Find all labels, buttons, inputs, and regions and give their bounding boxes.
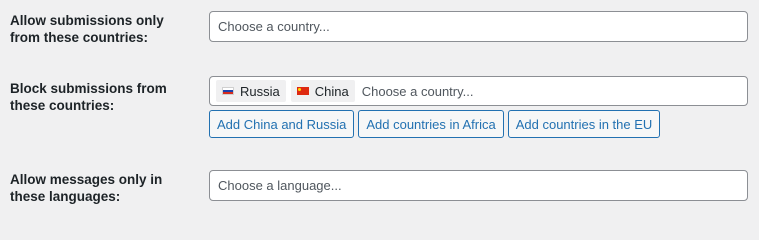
add-china-russia-button[interactable]: Add China and Russia	[209, 110, 355, 138]
allow-countries-select[interactable]: Choose a country...	[209, 11, 748, 42]
allow-languages-select[interactable]: Choose a language...	[209, 170, 748, 201]
allow-languages-label: Allow messages only in these languages:	[10, 172, 163, 204]
allow-languages-placeholder: Choose a language...	[218, 178, 342, 193]
block-countries-placeholder[interactable]: Choose a country...	[355, 84, 474, 99]
country-chip-label: China	[314, 83, 349, 99]
allow-countries-placeholder: Choose a country...	[218, 19, 330, 34]
block-countries-label: Block submissions from these countries:	[10, 81, 167, 113]
country-chip-label: Russia	[240, 83, 280, 99]
country-chip-china[interactable]: China	[290, 80, 355, 102]
block-countries-select[interactable]: Russia China Choose a country...	[209, 76, 748, 106]
russia-flag-icon	[222, 87, 234, 95]
quick-add-buttons: Add China and Russia Add countries in Af…	[209, 110, 661, 138]
add-eu-countries-button[interactable]: Add countries in the EU	[507, 110, 661, 138]
china-flag-icon	[296, 87, 309, 95]
allow-countries-label: Allow submissions only from these countr…	[10, 13, 164, 45]
country-chip-russia[interactable]: Russia	[216, 80, 286, 102]
add-africa-countries-button[interactable]: Add countries in Africa	[358, 110, 504, 138]
